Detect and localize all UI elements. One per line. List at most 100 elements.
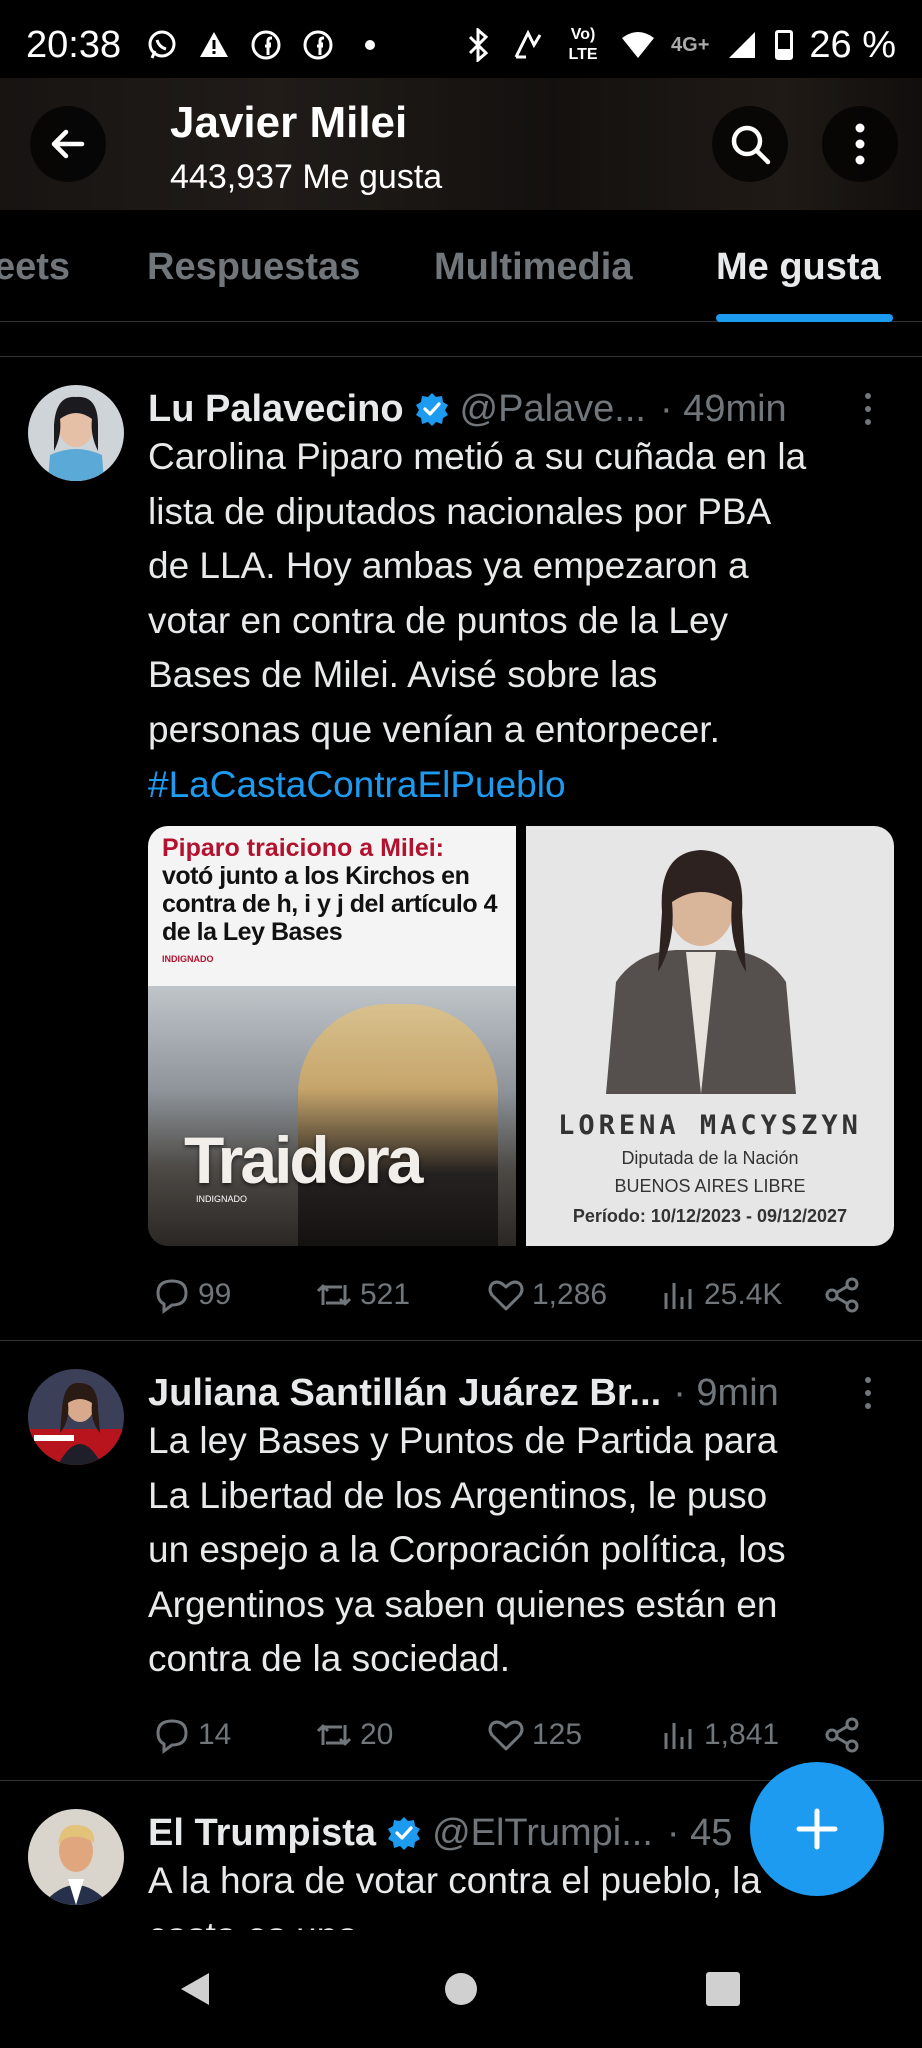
- profile-tabs: eets Respuestas Multimedia Me gusta: [0, 210, 922, 322]
- more-vertical-icon: [855, 123, 865, 165]
- like-count: 125: [532, 1718, 583, 1751]
- tweet-text: La ley Bases y Puntos de Partida para La…: [148, 1414, 898, 1687]
- tab-multimedia[interactable]: Multimedia: [434, 246, 632, 289]
- tweet-more-icon[interactable]: [850, 389, 886, 429]
- retweet-button[interactable]: 20: [314, 1715, 393, 1755]
- tweet-text-line: contra de la sociedad.: [148, 1638, 511, 1680]
- compose-tweet-button[interactable]: [750, 1762, 884, 1896]
- views-chart-icon: [664, 1723, 692, 1749]
- retweet-count: 521: [360, 1278, 411, 1311]
- like-button[interactable]: 1,286: [486, 1275, 607, 1315]
- author-handle[interactable]: @ElTrumpi...: [432, 1812, 653, 1855]
- like-button[interactable]: 125: [486, 1715, 582, 1755]
- tweet-text-line: votar en contra de puntos de la Ley: [148, 599, 729, 641]
- tweet-text: Carolina Piparo metió a su cuñada en la …: [148, 430, 898, 812]
- media-headline: Piparo traiciono a Milei:: [162, 834, 444, 862]
- tweet-time: · 9min: [673, 1371, 779, 1414]
- verified-badge-icon: [414, 391, 450, 427]
- nav-home-button[interactable]: [436, 1964, 486, 2014]
- retweet-button[interactable]: 521: [314, 1275, 410, 1315]
- author-name[interactable]: Juliana Santillán Juárez Br...: [148, 1372, 661, 1415]
- tweet-text-line: lista de diputados nacionales por PBA: [148, 490, 772, 532]
- person-party: BUENOS AIRES LIBRE: [614, 1176, 806, 1196]
- author-name[interactable]: Lu Palavecino: [148, 388, 404, 431]
- system-navigation-bar: [0, 1930, 922, 2048]
- tweet-time: · 45: [666, 1811, 733, 1854]
- tweet-more-icon[interactable]: [850, 1373, 886, 1413]
- active-tab-indicator: [716, 314, 893, 322]
- back-button[interactable]: [30, 106, 106, 182]
- nav-recents-button[interactable]: [698, 1964, 748, 2014]
- tab-respuestas[interactable]: Respuestas: [147, 246, 360, 289]
- status-bar: 20:38 Vo) LTE 4G+ 26 %: [0, 0, 922, 90]
- reply-icon: [156, 1719, 188, 1754]
- battery-level: 26 %: [809, 23, 896, 66]
- tweet-text-line: Carolina Piparo metió a su cuñada en la: [148, 436, 807, 477]
- tweet[interactable]: Lu Palavecino @Palave... · 49min Carolin…: [0, 357, 922, 1341]
- tweet-time: · 49min: [659, 387, 787, 430]
- tweet-text-line: un espejo a la Corporación política, los: [148, 1529, 786, 1571]
- profile-name: Javier Milei: [170, 98, 408, 147]
- circle-home-icon: [445, 1973, 477, 2005]
- triangle-back-icon: [181, 1973, 209, 2005]
- avatar[interactable]: [28, 1369, 124, 1465]
- media-brand-2: INDIGNADO: [196, 1194, 248, 1204]
- status-time: 20:38: [26, 23, 122, 66]
- wifi-icon: [621, 28, 655, 62]
- tweet-text-line: Argentinos ya saben quienes están en: [148, 1583, 778, 1625]
- author-handle[interactable]: @Palave...: [460, 388, 646, 431]
- hashtag-link[interactable]: #LaCastaContraElPueblo: [148, 758, 898, 813]
- reply-button[interactable]: 14: [152, 1715, 231, 1755]
- retweet-count: 20: [360, 1718, 394, 1751]
- volte-icon: Vo) LTE: [568, 26, 598, 63]
- tweet-text-line: casta es una: [148, 1909, 898, 1931]
- whatsapp-icon: [145, 28, 179, 62]
- more-options-button[interactable]: [822, 106, 898, 182]
- notification-icons: [145, 28, 387, 62]
- avatar[interactable]: [28, 385, 124, 481]
- person-period: Período: 10/12/2023 - 09/12/2027: [572, 1206, 848, 1226]
- search-button[interactable]: [712, 106, 788, 182]
- nav-back-button[interactable]: [170, 1964, 220, 2014]
- reply-button[interactable]: 99: [152, 1275, 231, 1315]
- warning-icon: [197, 28, 231, 62]
- person-role: Diputada de la Nación: [621, 1148, 799, 1168]
- tweet-media[interactable]: Piparo traiciono a Milei: votó junto a l…: [148, 826, 894, 1246]
- share-icon: [825, 1717, 859, 1753]
- media-image-right[interactable]: LORENA MACYSZYN Diputada de la Nación BU…: [526, 826, 894, 1246]
- profile-header: Javier Milei 443,937 Me gusta: [0, 78, 922, 210]
- like-count: 1,286: [532, 1278, 608, 1311]
- reply-count: 14: [198, 1718, 232, 1751]
- views-button[interactable]: 1,841: [658, 1715, 779, 1755]
- tweet-text-line: Bases de Milei. Avisé sobre las: [148, 654, 658, 696]
- views-count: 1,841: [704, 1718, 780, 1751]
- author-name[interactable]: El Trumpista: [148, 1812, 376, 1855]
- facebook-icon: [249, 28, 283, 62]
- system-icons: Vo) LTE 4G+ 26 %: [461, 24, 896, 67]
- reply-count: 99: [198, 1278, 232, 1311]
- views-button[interactable]: 25.4K: [658, 1275, 782, 1315]
- media-subheadline: votó junto a los Kirchos en contra de h,…: [162, 862, 497, 946]
- tweet-actions: 14 20 125 1,841: [148, 1710, 868, 1760]
- heart-icon: [488, 1280, 524, 1311]
- person-name: LORENA MACYSZYN: [558, 1110, 862, 1141]
- signal-icon: [725, 28, 759, 62]
- network-type-label: 4G+: [671, 34, 710, 56]
- reply-icon: [156, 1279, 188, 1314]
- facebook-icon: [301, 28, 335, 62]
- share-button[interactable]: [822, 1275, 862, 1315]
- media-big-word: Traidora: [184, 1123, 423, 1197]
- tweet-text-line: de LLA. Hoy ambas ya empezaron a: [148, 545, 749, 587]
- tab-me-gusta[interactable]: Me gusta: [716, 246, 881, 289]
- avatar[interactable]: [28, 1809, 124, 1905]
- tweet-text-line: La ley Bases y Puntos de Partida para: [148, 1420, 778, 1461]
- portrait: [606, 850, 796, 1094]
- likes-count: 443,937 Me gusta: [170, 158, 443, 196]
- share-button[interactable]: [822, 1715, 862, 1755]
- tab-tweets[interactable]: eets: [0, 246, 70, 289]
- arrow-left-icon: [51, 129, 85, 159]
- battery-icon: [775, 30, 794, 60]
- tweet[interactable]: Juliana Santillán Juárez Br... · 9min La…: [0, 1341, 922, 1781]
- dot-icon: [353, 28, 387, 62]
- media-image-left[interactable]: Piparo traiciono a Milei: votó junto a l…: [148, 826, 516, 1246]
